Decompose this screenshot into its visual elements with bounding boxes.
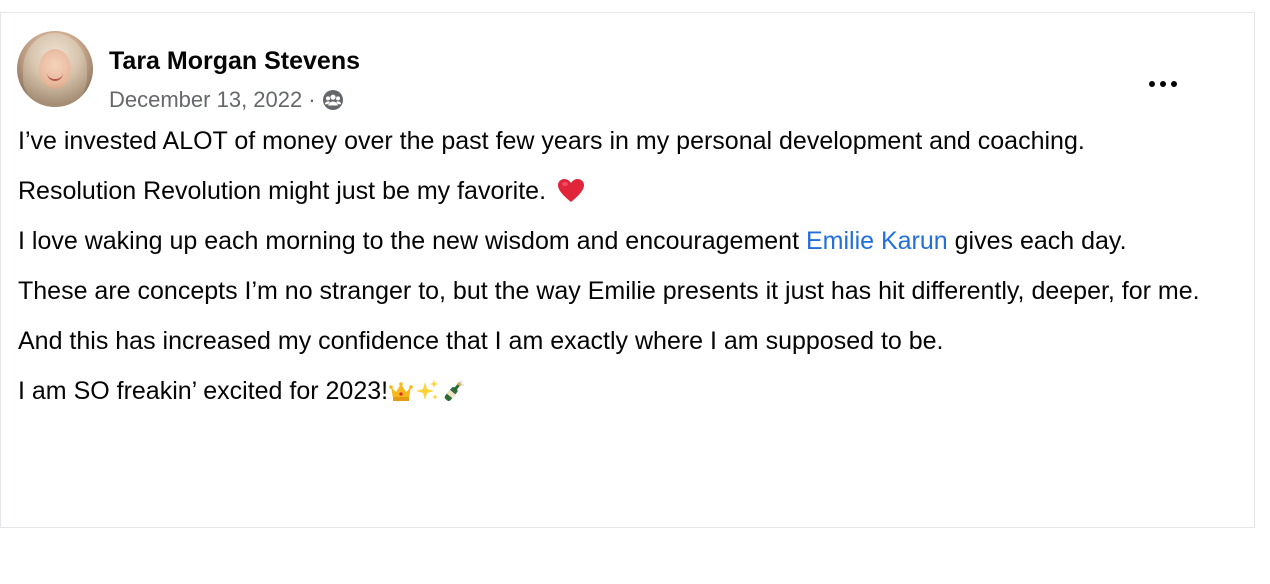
paragraph-4: These are concepts I’m no stranger to, b… [18, 277, 1200, 305]
crown-emoji-icon [389, 382, 413, 401]
post-date[interactable]: December 13, 2022 [109, 87, 302, 113]
paragraph-6-text: I am SO freakin’ excited for 2023! [18, 377, 389, 405]
mention-link[interactable]: Emilie Karun [806, 227, 948, 255]
avatar-face [39, 49, 71, 89]
post-header: Tara Morgan Stevens December 13, 2022 · [17, 31, 1217, 112]
post-body: I’ve invested ALOT of money over the pas… [18, 123, 1248, 423]
meta-separator: · [308, 87, 316, 112]
paragraph-5: And this has increased my confidence tha… [18, 327, 944, 355]
paragraph-3-after: gives each day. [947, 227, 1127, 255]
paragraph-1: I’ve invested ALOT of money over the pas… [18, 127, 1085, 155]
heart-emoji-icon [557, 179, 584, 202]
post-meta: December 13, 2022 · [109, 87, 344, 113]
paragraph-2-text: Resolution Revolution might just be my f… [18, 177, 547, 205]
group-audience-icon[interactable] [322, 89, 344, 111]
sparkles-emoji-icon [416, 380, 439, 400]
paragraph-2: Resolution Revolution might just be my f… [18, 173, 1248, 209]
post-card: Tara Morgan Stevens December 13, 2022 · … [0, 12, 1255, 528]
avatar[interactable] [17, 31, 93, 107]
paragraph-6: I am SO freakin’ excited for 2023! [18, 373, 1248, 409]
paragraph-3-before: I love waking up each morning to the new… [18, 227, 806, 255]
more-options-icon[interactable] [1143, 71, 1183, 97]
champagne-emoji-icon [444, 380, 465, 401]
author-name[interactable]: Tara Morgan Stevens [109, 47, 360, 76]
paragraph-3: I love waking up each morning to the new… [18, 223, 1248, 259]
